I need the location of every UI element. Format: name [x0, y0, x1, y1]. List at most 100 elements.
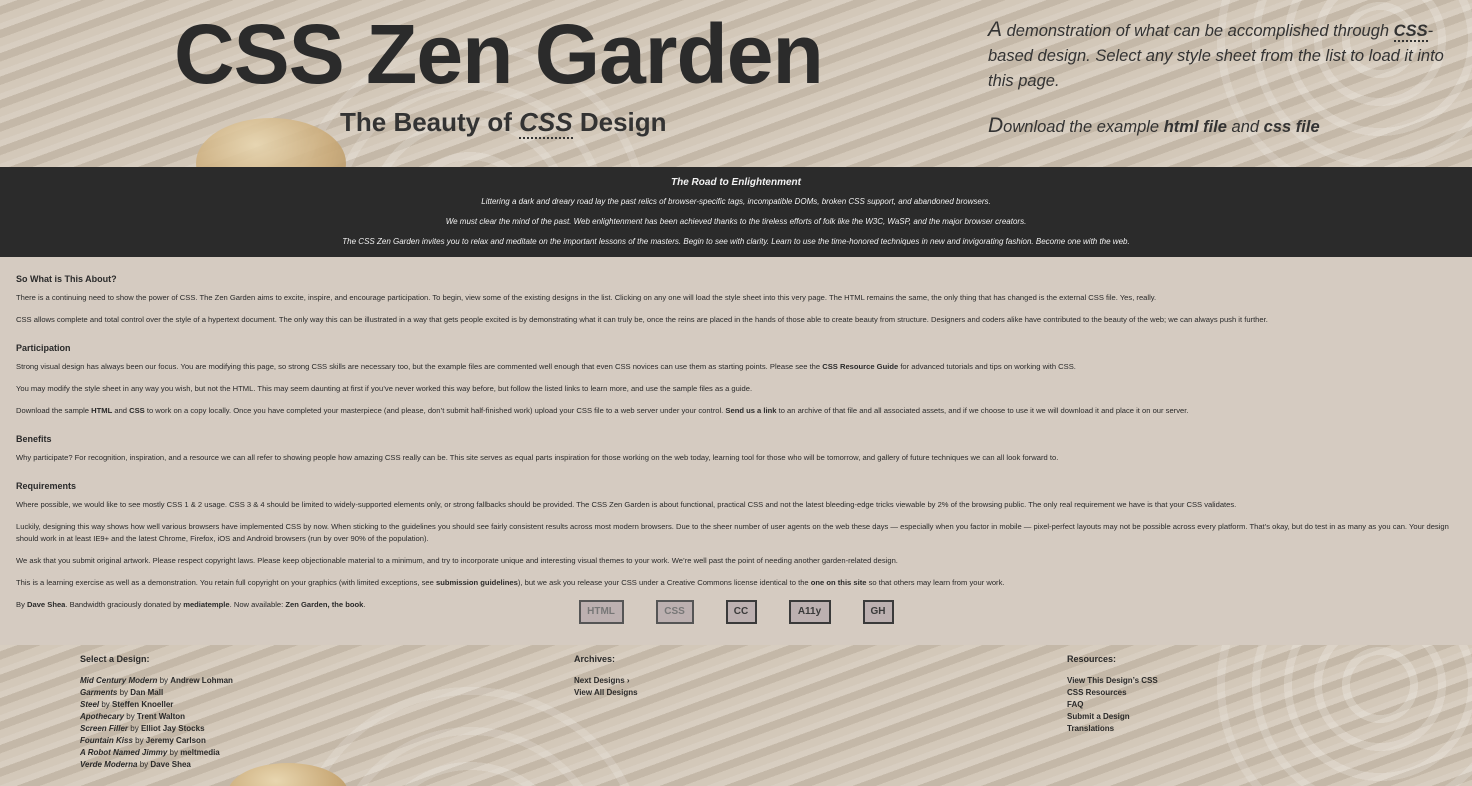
design-name-link[interactable]: Fountain Kiss [80, 736, 133, 745]
html-badge[interactable]: HTML [578, 600, 624, 624]
resources: Resources: View This Design’s CSS CSS Re… [1067, 654, 1158, 735]
resources-list: View This Design’s CSS CSS Resources FAQ… [1067, 675, 1158, 735]
design-author-link[interactable]: Trent Walton [137, 712, 185, 721]
html-file-link[interactable]: html file [1164, 118, 1227, 136]
design-name-link[interactable]: Garments [80, 688, 117, 697]
download-text: Download the example html file and css f… [988, 113, 1466, 140]
design-author-link[interactable]: Jeremy Carlson [146, 736, 206, 745]
zen-stone-image [228, 763, 348, 786]
zen-stone-image [196, 118, 346, 167]
requirements-p4-text-a: This is a learning exercise as well as a… [16, 578, 436, 587]
tagline-css-abbr: CSS [519, 107, 573, 139]
send-link[interactable]: Send us a link [725, 406, 776, 415]
requirements-p4-text-b: ), but we ask you release your CSS under… [517, 578, 811, 587]
benefits-heading: Benefits [16, 434, 52, 444]
translations-link[interactable]: Translations [1067, 724, 1114, 733]
design-item: Screen Filler by Elliot Jay Stocks [80, 723, 233, 735]
css-file-link[interactable]: css file [1264, 118, 1320, 136]
design-name-link[interactable]: Steel [80, 700, 99, 709]
summary: A demonstration of what can be accomplis… [988, 17, 1466, 140]
submission-guidelines-link[interactable]: submission guidelines [436, 578, 518, 587]
design-item: Fountain Kiss by Jeremy Carlson [80, 735, 233, 747]
preamble-paragraph-1: Littering a dark and dreary road lay the… [481, 197, 991, 206]
requirements-paragraph-2: Luckily, designing this way shows how we… [16, 522, 1449, 543]
design-author-link[interactable]: Steffen Knoeller [112, 700, 173, 709]
design-author-link[interactable]: Elliot Jay Stocks [141, 724, 205, 733]
design-by: by [99, 700, 113, 709]
a11y-badge[interactable]: A11y [788, 600, 831, 624]
next-designs-link[interactable]: Next Designs › [574, 676, 630, 685]
participation-p1-text-a: Strong visual design has always been our… [16, 362, 823, 371]
design-item: Mid Century Modern by Andrew Lohman [80, 675, 233, 687]
page-footer: Select a Design: Mid Century Modern by A… [0, 645, 1472, 786]
design-author-link[interactable]: Andrew Lohman [170, 676, 233, 685]
preamble-paragraph-2: We must clear the mind of the past. Web … [445, 217, 1027, 226]
gh-badge[interactable]: GH [862, 600, 894, 624]
design-name-link[interactable]: A Robot Named Jimmy [80, 748, 167, 757]
sample-html-link[interactable]: HTML [91, 406, 112, 415]
design-name-link[interactable]: Mid Century Modern [80, 676, 157, 685]
participation-p3-and: and [112, 406, 130, 415]
summary-css-abbr: CSS [1393, 22, 1428, 42]
license-link[interactable]: one on this site [811, 578, 867, 587]
design-item: Apothecary by Trent Walton [80, 711, 233, 723]
css-resources-link[interactable]: CSS Resources [1067, 688, 1127, 697]
resources-item: FAQ [1067, 699, 1158, 711]
explanation-paragraph-1: There is a continuing need to show the p… [16, 293, 1157, 302]
design-author-link[interactable]: Dan Mall [130, 688, 163, 697]
design-by: by [132, 736, 146, 745]
archives-list: Next Designs › View All Designs [574, 675, 638, 699]
sample-css-link[interactable]: CSS [129, 406, 145, 415]
download-text-a: ownload the example [1003, 118, 1164, 136]
download-and: and [1226, 118, 1264, 136]
requirements-paragraph-3: We ask that you submit original artwork.… [16, 556, 898, 565]
tagline-prefix: The Beauty of [340, 107, 520, 137]
participation-paragraph-2: You may modify the style sheet in any wa… [16, 384, 753, 393]
design-name-link[interactable]: Verde Moderna [80, 760, 138, 769]
css-badge[interactable]: CSS [655, 600, 694, 624]
view-all-designs-link[interactable]: View All Designs [574, 688, 638, 697]
participation-p3-text-a: Download the sample [16, 406, 92, 415]
participation-paragraph-1: Strong visual design has always been our… [16, 361, 1456, 373]
design-author-link[interactable]: meltmedia [180, 748, 220, 757]
design-by: by [117, 688, 131, 697]
select-design-heading: Select a Design: [80, 654, 150, 664]
cc-badge[interactable]: CC [725, 600, 757, 624]
participation-p3-text-b: to work on a copy locally. Once you have… [144, 406, 726, 415]
archives-item: View All Designs [574, 687, 638, 699]
css-resource-guide-link[interactable]: CSS Resource Guide [822, 362, 898, 371]
participation-paragraph-3: Download the sample HTML and CSS to work… [16, 405, 1456, 417]
faq-link[interactable]: FAQ [1067, 700, 1083, 709]
design-selection: Select a Design: Mid Century Modern by A… [80, 654, 233, 771]
design-item: Garments by Dan Mall [80, 687, 233, 699]
main-content: So What is This About? There is a contin… [0, 257, 1472, 645]
requirements-heading: Requirements [16, 481, 77, 491]
tagline-suffix: Design [572, 107, 667, 137]
view-css-link[interactable]: View This Design’s CSS [1067, 676, 1158, 685]
resources-item: CSS Resources [1067, 687, 1158, 699]
preamble-heading: The Road to Enlightenment [671, 177, 801, 188]
benefits-paragraph: Why participate? For recognition, inspir… [16, 453, 1059, 462]
design-item: A Robot Named Jimmy by meltmedia [80, 747, 233, 759]
design-item: Steel by Steffen Knoeller [80, 699, 233, 711]
submit-design-link[interactable]: Submit a Design [1067, 712, 1130, 721]
design-by: by [157, 676, 171, 685]
requirements-p4-text-c: so that others may learn from your work. [866, 578, 1005, 587]
resources-item: Submit a Design [1067, 711, 1158, 723]
design-name-link[interactable]: Screen Filler [80, 724, 128, 733]
summary-dropcap: A [988, 18, 1003, 41]
explanation-heading: So What is This About? [16, 274, 117, 284]
design-by: by [128, 724, 141, 733]
validation-badges: HTML CSS CC A11y GH [0, 600, 1472, 624]
design-author-link[interactable]: Dave Shea [150, 760, 190, 769]
page-header: CSS Zen Garden The Beauty of CSS Design … [0, 0, 1472, 167]
archives: Archives: Next Designs › View All Design… [574, 654, 638, 699]
design-by: by [124, 712, 137, 721]
design-name-link[interactable]: Apothecary [80, 712, 124, 721]
design-by: by [167, 748, 181, 757]
site-tagline: The Beauty of CSS Design [340, 107, 667, 139]
design-list: Mid Century Modern by Andrew Lohman Garm… [80, 675, 233, 771]
participation-heading: Participation [16, 343, 71, 353]
preamble-paragraph-3: The CSS Zen Garden invites you to relax … [342, 237, 1130, 246]
preamble: The Road to Enlightenment Littering a da… [0, 167, 1472, 257]
